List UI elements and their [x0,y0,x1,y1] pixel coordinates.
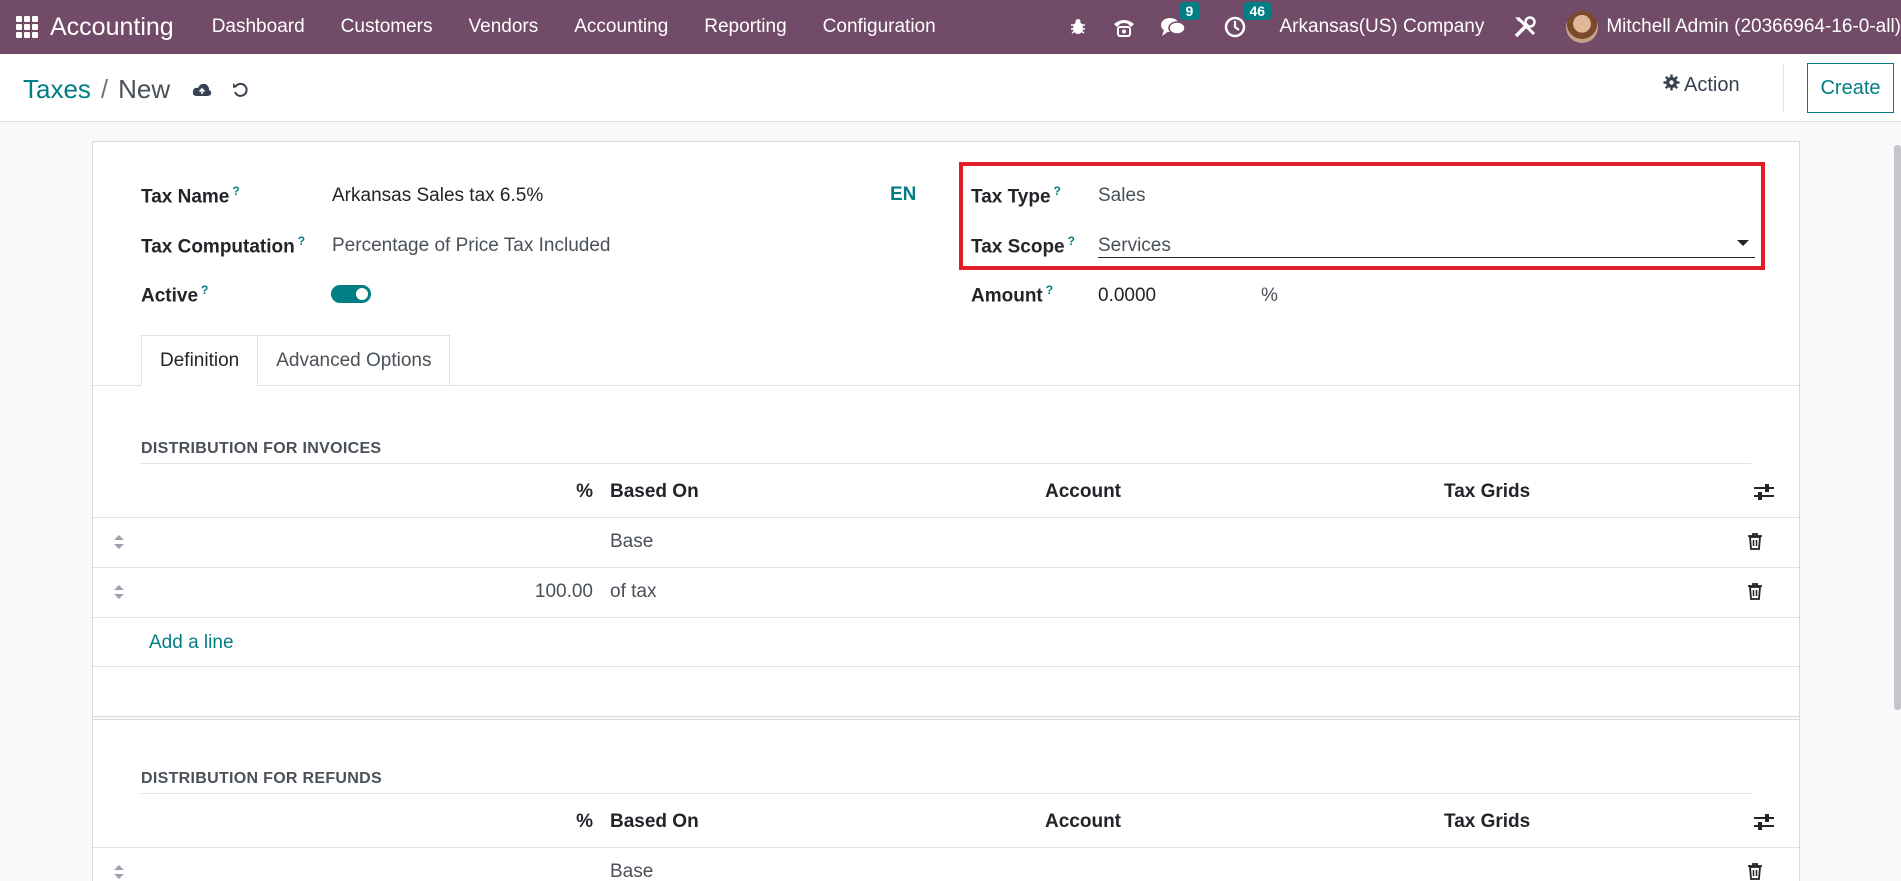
help-tooltip-icon[interactable]: ? [1046,283,1053,297]
tab-definition[interactable]: Definition [141,335,259,386]
settings-tools-icon[interactable] [1512,14,1538,40]
create-button[interactable]: Create [1807,63,1894,113]
apps-menu-icon[interactable] [16,16,38,38]
trash-icon[interactable] [1747,862,1763,881]
phone-icon[interactable] [1112,16,1136,38]
form-sheet: Tax Name? Arkansas Sales tax 6.5% EN Tax… [92,141,1800,881]
tax-computation-label: Tax Computation? [141,234,306,258]
refunds-section-title: DISTRIBUTION FOR REFUNDS [141,770,382,787]
menu-item-accounting[interactable]: Accounting [556,16,686,38]
tax-name-label: Tax Name? [141,184,240,208]
trash-icon[interactable] [1747,532,1763,555]
company-switcher[interactable]: Arkansas(US) Company [1280,16,1485,38]
row-divider [93,617,1799,618]
control-panel: Taxes / New Action Create [0,54,1901,122]
breadcrumb-taxes[interactable]: Taxes [23,74,91,105]
breadcrumb-current: New [118,74,171,104]
column-percent[interactable]: % [576,811,593,833]
menu-item-customers[interactable]: Customers [323,16,451,38]
app-name[interactable]: Accounting [50,13,174,42]
column-tax-grids[interactable]: Tax Grids [1444,481,1530,503]
top-navbar: Accounting Dashboard Customers Vendors A… [0,0,1901,54]
language-toggle[interactable]: EN [890,184,916,206]
cell-based-on[interactable]: Base [610,861,653,881]
help-tooltip-icon[interactable]: ? [232,184,239,198]
help-tooltip-icon[interactable]: ? [298,234,305,248]
column-account[interactable]: Account [1045,811,1121,833]
action-menu-button[interactable]: Action [1663,74,1740,97]
activities-badge: 46 [1243,2,1272,20]
drag-handle-icon[interactable] [113,534,125,555]
systray: 9 46 Arkansas(US) Company Mitchell Admin… [1056,0,1901,54]
column-settings-icon[interactable] [1753,482,1775,507]
activity-clock-icon[interactable]: 46 [1224,2,1272,38]
invoices-section-title: DISTRIBUTION FOR INVOICES [141,440,382,457]
messages-badge: 9 [1179,2,1200,20]
row-divider [93,567,1799,568]
column-settings-icon[interactable] [1753,812,1775,837]
user-avatar[interactable] [1566,11,1599,43]
active-toggle[interactable] [331,285,371,303]
column-based-on[interactable]: Based On [610,481,699,503]
trash-icon[interactable] [1747,582,1763,605]
menu-item-configuration[interactable]: Configuration [805,16,954,38]
add-line-link[interactable]: Add a line [149,632,234,654]
discard-undo-icon[interactable] [232,81,250,99]
active-label: Active? [141,283,209,307]
control-divider [1783,64,1784,112]
cell-based-on[interactable]: of tax [610,581,656,603]
column-tax-grids[interactable]: Tax Grids [1444,811,1530,833]
row-divider [93,847,1799,848]
breadcrumb-separator: / [100,74,109,104]
save-cloud-icon[interactable] [192,82,212,98]
column-based-on[interactable]: Based On [610,811,699,833]
amount-label: Amount? [971,283,1054,307]
breadcrumb: Taxes / New [23,74,250,105]
amount-unit: % [1261,285,1278,306]
cell-based-on[interactable]: Base [610,531,653,553]
column-account[interactable]: Account [1045,481,1121,503]
help-tooltip-icon[interactable]: ? [201,283,208,297]
main-menu: Dashboard Customers Vendors Accounting R… [194,16,954,38]
amount-input[interactable]: 0.0000 [1098,285,1156,307]
section-divider [141,463,1751,464]
tax-computation-select[interactable]: Percentage of Price Tax Included [332,235,611,257]
messages-icon[interactable]: 9 [1160,2,1200,38]
drag-handle-icon[interactable] [113,864,125,881]
menu-item-vendors[interactable]: Vendors [451,16,557,38]
row-divider [93,666,1799,667]
menu-item-reporting[interactable]: Reporting [686,16,804,38]
menu-item-dashboard[interactable]: Dashboard [194,16,323,38]
section-separator [93,716,1799,720]
tab-advanced-options[interactable]: Advanced Options [258,335,451,386]
page-scrollbar[interactable] [1894,145,1901,710]
cell-percent[interactable]: 100.00 [535,581,593,603]
column-percent[interactable]: % [576,481,593,503]
section-divider [141,793,1751,794]
row-divider [93,517,1799,518]
notebook-tabs: Definition Advanced Options [141,335,451,386]
tax-name-input[interactable]: Arkansas Sales tax 6.5% [332,185,543,207]
action-label: Action [1684,74,1740,96]
bug-icon[interactable] [1068,17,1088,37]
drag-handle-icon[interactable] [113,584,125,605]
gear-icon [1663,74,1680,97]
user-menu[interactable]: Mitchell Admin (20366964-16-0-all) [1606,16,1901,38]
highlight-box [959,162,1765,270]
